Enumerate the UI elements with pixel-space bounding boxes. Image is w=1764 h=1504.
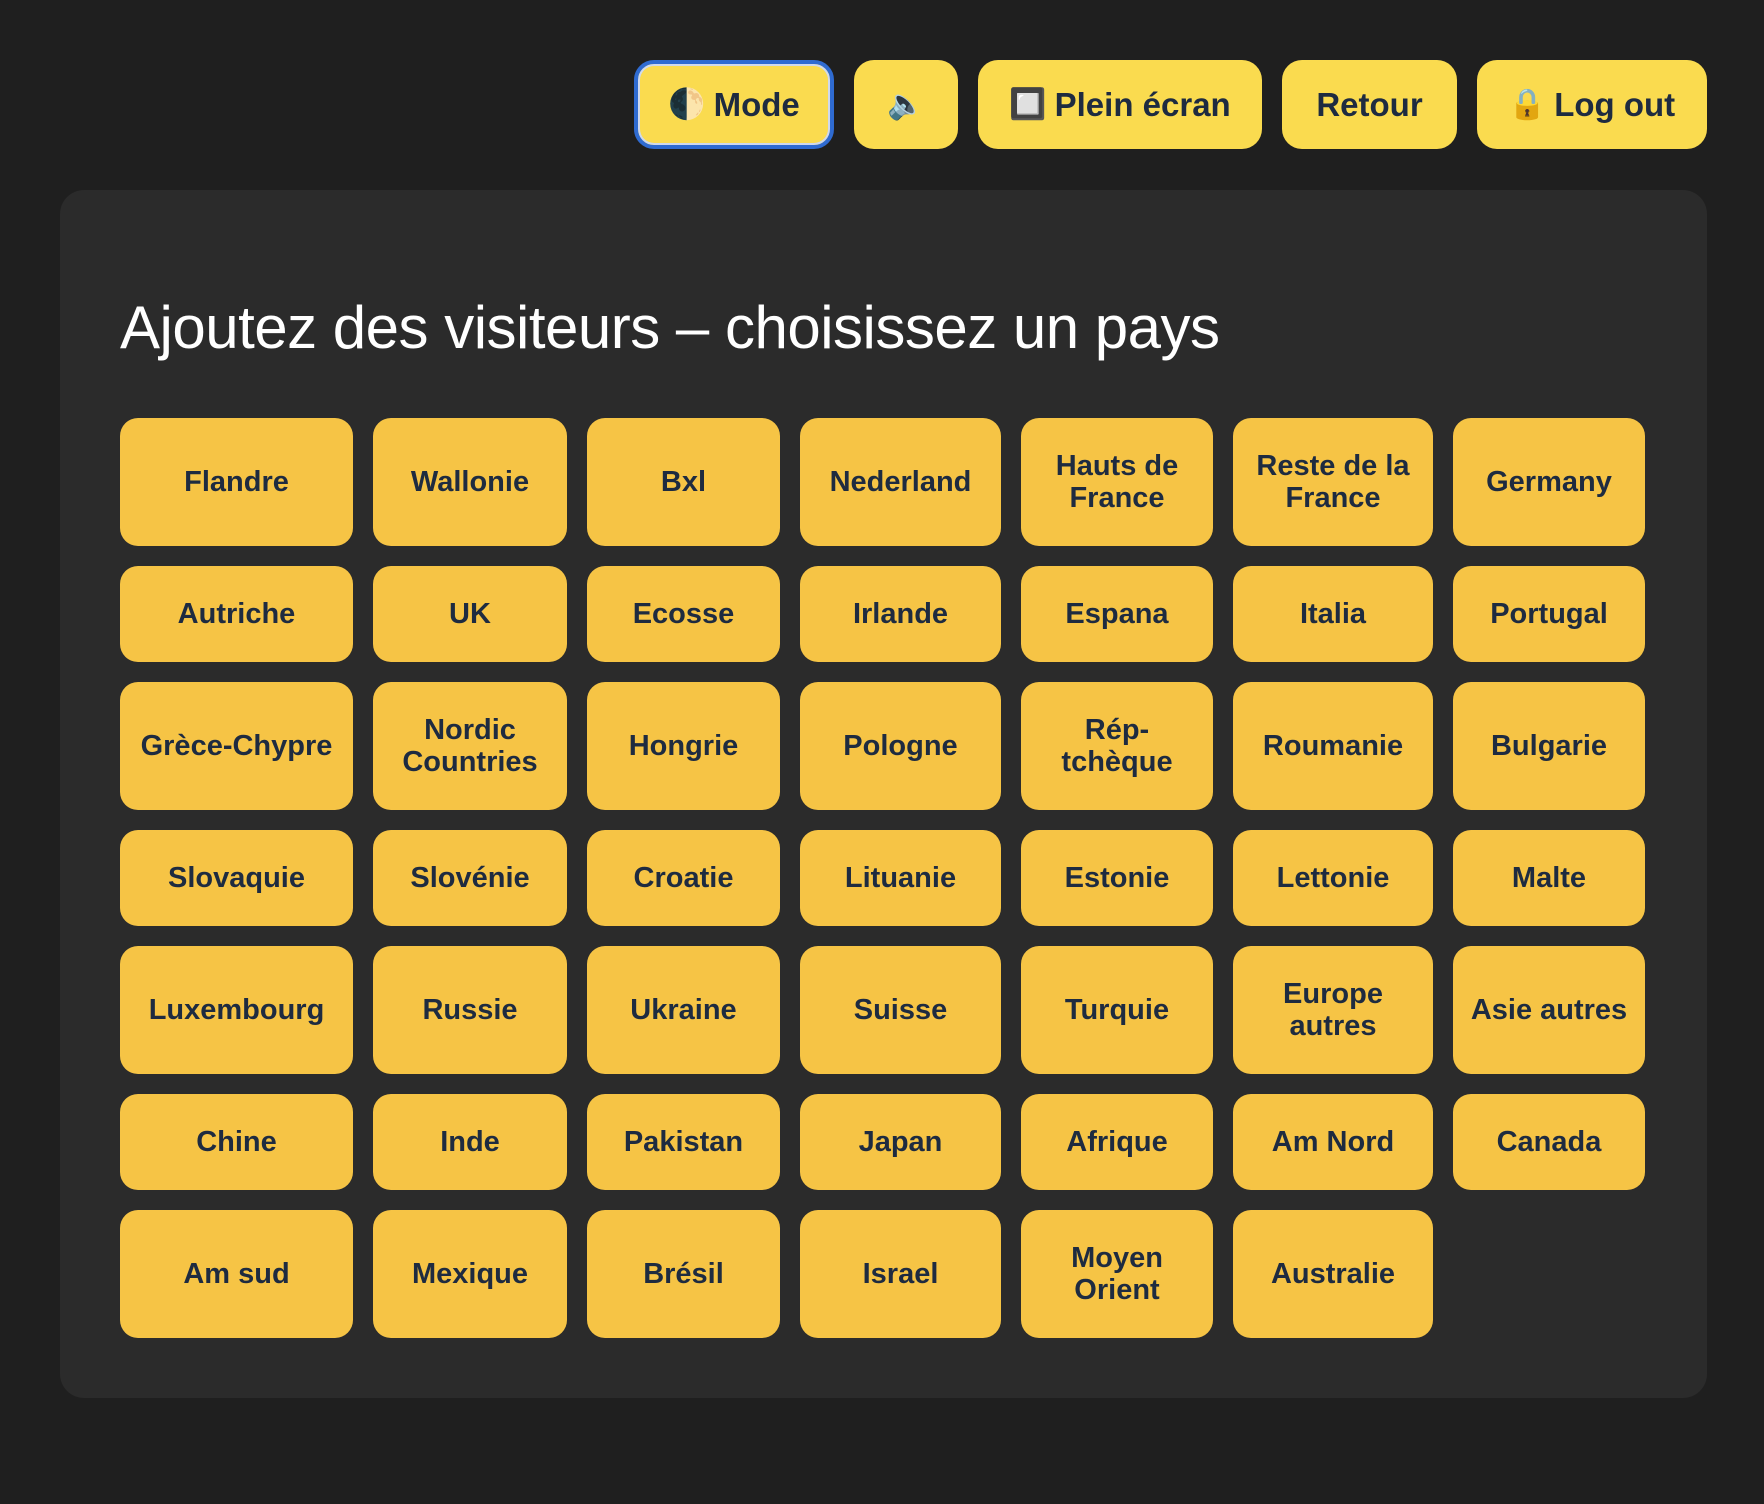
- country-button-espana[interactable]: Espana: [1021, 566, 1213, 662]
- country-button-bxl[interactable]: Bxl: [587, 418, 780, 546]
- country-button-chine[interactable]: Chine: [120, 1094, 353, 1190]
- country-button-am-sud[interactable]: Am sud: [120, 1210, 353, 1338]
- country-panel: Ajoutez des visiteurs – choisissez un pa…: [60, 190, 1707, 1398]
- country-button-suisse[interactable]: Suisse: [800, 946, 1001, 1074]
- country-button-uk[interactable]: UK: [373, 566, 567, 662]
- country-button-luxembourg[interactable]: Luxembourg: [120, 946, 353, 1074]
- country-button-irlande[interactable]: Irlande: [800, 566, 1001, 662]
- mode-button-label: Mode: [713, 85, 800, 123]
- country-button-israel[interactable]: Israel: [800, 1210, 1001, 1338]
- country-button-lettonie[interactable]: Lettonie: [1233, 830, 1433, 926]
- back-button-label: Retour: [1316, 85, 1423, 123]
- country-button-europe-autres[interactable]: Europe autres: [1233, 946, 1433, 1074]
- country-button-wallonie[interactable]: Wallonie: [373, 418, 567, 546]
- mode-button[interactable]: 🌓 Mode: [634, 60, 834, 149]
- country-button-autriche[interactable]: Autriche: [120, 566, 353, 662]
- country-button-canada[interactable]: Canada: [1453, 1094, 1645, 1190]
- country-button-roumanie[interactable]: Roumanie: [1233, 682, 1433, 810]
- country-button-malte[interactable]: Malte: [1453, 830, 1645, 926]
- square-icon: 🔲: [1009, 88, 1047, 121]
- country-button-australie[interactable]: Australie: [1233, 1210, 1433, 1338]
- country-button-ecosse[interactable]: Ecosse: [587, 566, 780, 662]
- country-button-ukraine[interactable]: Ukraine: [587, 946, 780, 1074]
- country-button-moyen-orient[interactable]: Moyen Orient: [1021, 1210, 1213, 1338]
- country-button-asie-autres[interactable]: Asie autres: [1453, 946, 1645, 1074]
- country-button-pakistan[interactable]: Pakistan: [587, 1094, 780, 1190]
- country-button-slovenie[interactable]: Slovénie: [373, 830, 567, 926]
- fullscreen-button[interactable]: 🔲 Plein écran: [978, 60, 1262, 149]
- country-button-turquie[interactable]: Turquie: [1021, 946, 1213, 1074]
- country-button-hongrie[interactable]: Hongrie: [587, 682, 780, 810]
- speaker-icon: 🔈: [887, 88, 925, 121]
- logout-button-label: Log out: [1554, 85, 1676, 123]
- logout-button[interactable]: 🔒 Log out: [1477, 60, 1707, 149]
- country-button-italia[interactable]: Italia: [1233, 566, 1433, 662]
- lock-icon: 🔒: [1508, 88, 1547, 121]
- country-button-pologne[interactable]: Pologne: [800, 682, 1001, 810]
- country-button-rep-tcheque[interactable]: Rép-tchèque: [1021, 682, 1213, 810]
- country-button-hauts-de-france[interactable]: Hauts de France: [1021, 418, 1213, 546]
- country-button-inde[interactable]: Inde: [373, 1094, 567, 1190]
- page-title: Ajoutez des visiteurs – choisissez un pa…: [120, 294, 1220, 361]
- country-button-bulgarie[interactable]: Bulgarie: [1453, 682, 1645, 810]
- country-button-mexique[interactable]: Mexique: [373, 1210, 567, 1338]
- country-button-germany[interactable]: Germany: [1453, 418, 1645, 546]
- country-button-japan[interactable]: Japan: [800, 1094, 1001, 1190]
- country-button-bresil[interactable]: Brésil: [587, 1210, 780, 1338]
- country-button-nordic-countries[interactable]: Nordic Countries: [373, 682, 567, 810]
- country-button-portugal[interactable]: Portugal: [1453, 566, 1645, 662]
- country-button-lituanie[interactable]: Lituanie: [800, 830, 1001, 926]
- country-button-grece-chypre[interactable]: Grèce-Chypre: [120, 682, 353, 810]
- country-button-nederland[interactable]: Nederland: [800, 418, 1001, 546]
- fullscreen-button-label: Plein écran: [1054, 85, 1231, 123]
- moon-icon: 🌓: [668, 88, 706, 121]
- country-button-afrique[interactable]: Afrique: [1021, 1094, 1213, 1190]
- country-button-russie[interactable]: Russie: [373, 946, 567, 1074]
- country-grid: Flandre Wallonie Bxl Nederland Hauts de Fran…: [120, 418, 1645, 1338]
- sound-button[interactable]: 🔈: [854, 60, 958, 149]
- country-button-estonie[interactable]: Estonie: [1021, 830, 1213, 926]
- country-button-reste-de-la-france[interactable]: Reste de la France: [1233, 418, 1433, 546]
- back-button[interactable]: Retour: [1282, 60, 1457, 149]
- country-button-croatie[interactable]: Croatie: [587, 830, 780, 926]
- toolbar: 🌓 Mode 🔈 🔲 Plein écran Retour 🔒 Log out: [634, 60, 1707, 149]
- country-button-am-nord[interactable]: Am Nord: [1233, 1094, 1433, 1190]
- country-button-flandre[interactable]: Flandre: [120, 418, 353, 546]
- country-button-slovaquie[interactable]: Slovaquie: [120, 830, 353, 926]
